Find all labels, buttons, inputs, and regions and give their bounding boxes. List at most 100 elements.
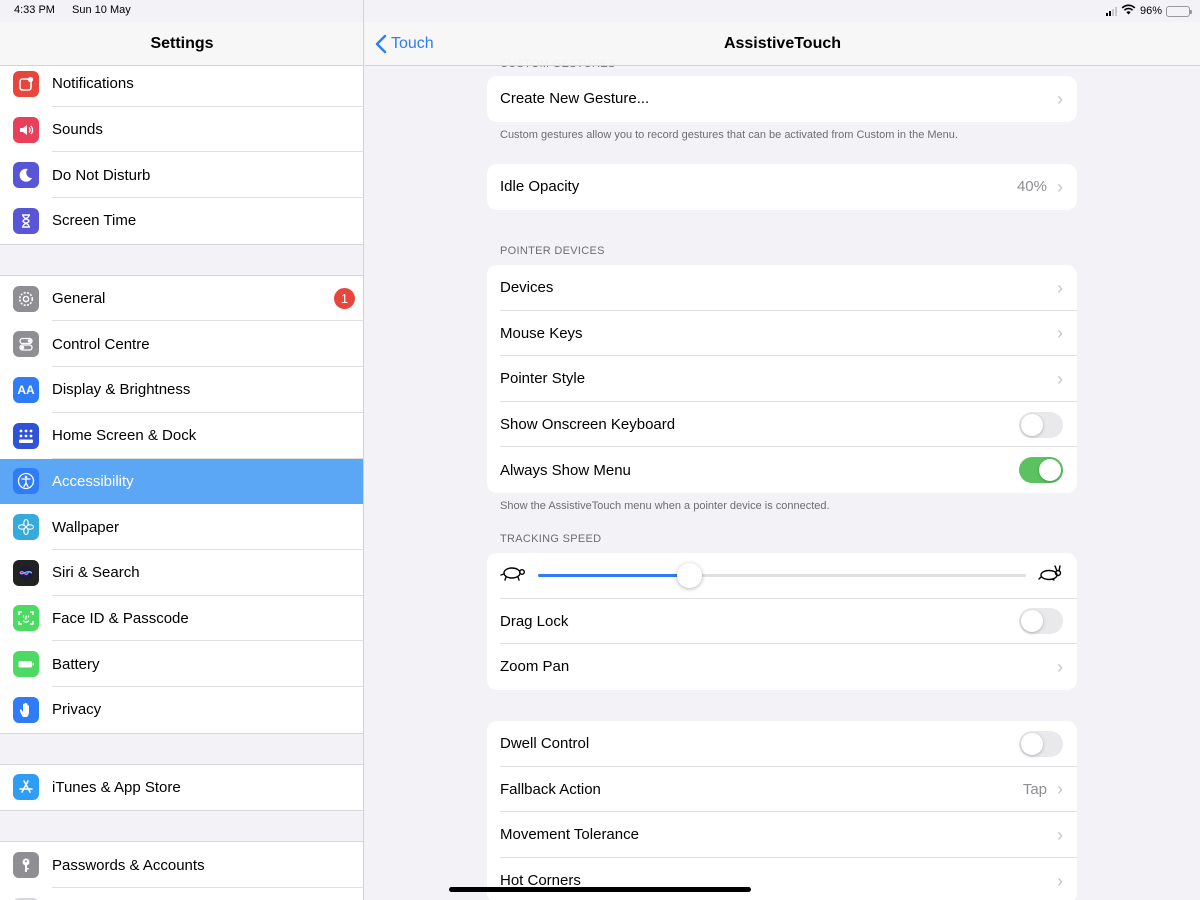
sidebar-item-home-screen-dock[interactable]: Home Screen & Dock	[0, 413, 363, 459]
status-date: Sun 10 May	[72, 4, 131, 16]
chevron-right-icon: ›	[1057, 88, 1063, 109]
tracking-speed-row	[487, 553, 1077, 599]
chevron-right-icon: ›	[1057, 779, 1063, 800]
settings-sidebar: Notifications Sounds Do Not Disturb Screen …	[0, 0, 364, 900]
idle-opacity-label: Idle Opacity	[500, 178, 580, 196]
nav-bar: AssistiveTouch Touch	[365, 22, 1200, 66]
sidebar-item-control-centre[interactable]: Control Centre	[0, 321, 363, 367]
sidebar-item-display-brightness[interactable]: AA Display & Brightness	[0, 367, 363, 413]
custom-gestures-footnote: Custom gestures allow you to record gest…	[500, 129, 958, 141]
app-store-icon	[13, 774, 39, 801]
home-indicator[interactable]	[449, 887, 751, 892]
devices-row[interactable]: Devices ›	[487, 265, 1077, 311]
tracking-speed-slider[interactable]	[538, 563, 1026, 589]
battery-level-icon	[1166, 5, 1192, 17]
pointer-style-label: Pointer Style	[500, 370, 586, 388]
dwell-control-label: Dwell Control	[500, 735, 590, 753]
toggles-icon	[13, 331, 39, 358]
sidebar-item-battery[interactable]: Battery	[0, 641, 363, 687]
sidebar-item-itunes-app-store[interactable]: iTunes & App Store	[0, 765, 363, 811]
drag-lock-row: Drag Lock	[487, 599, 1077, 645]
drag-lock-toggle[interactable]	[1019, 608, 1063, 635]
back-button[interactable]: Touch	[375, 34, 434, 54]
sidebar-item-label: General	[52, 290, 106, 308]
dwell-control-row: Dwell Control	[487, 721, 1077, 767]
idle-opacity-row[interactable]: Idle Opacity 40% ›	[487, 164, 1077, 210]
hourglass-icon	[13, 207, 39, 234]
sidebar-group: iTunes & App Store	[0, 763, 363, 812]
sidebar-item-label: Accessibility	[52, 472, 134, 490]
slider-knob[interactable]	[677, 563, 703, 589]
sidebar-group: Passwords & Accounts	[0, 841, 363, 900]
sidebar-item-privacy[interactable]: Privacy	[0, 687, 363, 733]
turtle-icon	[500, 565, 526, 586]
grid-icon	[13, 422, 39, 449]
wifi-icon	[1121, 4, 1136, 18]
devices-label: Devices	[500, 279, 554, 297]
zoom-pan-row[interactable]: Zoom Pan ›	[487, 644, 1077, 690]
sidebar-item-label: Sounds	[52, 121, 103, 139]
sidebar-item-label: Display & Brightness	[52, 381, 191, 399]
tracking-speed-card: Drag Lock Zoom Pan ›	[487, 553, 1077, 690]
show-onscreen-keyboard-toggle[interactable]	[1019, 411, 1063, 438]
sidebar-item-do-not-disturb[interactable]: Do Not Disturb	[0, 152, 363, 198]
sidebar-item-wallpaper[interactable]: Wallpaper	[0, 504, 363, 550]
sidebar-item-label: Screen Time	[52, 212, 137, 230]
drag-lock-label: Drag Lock	[500, 612, 569, 630]
sidebar-item-label: Do Not Disturb	[52, 166, 151, 184]
sidebar-item-label: Battery	[52, 655, 100, 673]
hot-corners-row[interactable]: Hot Corners ›	[487, 858, 1077, 900]
idle-opacity-value: 40%	[1016, 178, 1047, 196]
tracking-speed-header: TRACKING SPEED	[500, 533, 602, 545]
chevron-right-icon: ›	[1057, 176, 1063, 197]
chevron-right-icon: ›	[1057, 368, 1063, 389]
always-show-menu-row: Always Show Menu	[487, 447, 1077, 493]
sidebar-item-blank[interactable]	[0, 888, 363, 900]
battery-percent: 96%	[1139, 5, 1162, 17]
notification-badge: 1	[334, 287, 355, 309]
chevron-right-icon: ›	[1057, 277, 1063, 298]
chevron-right-icon: ›	[1057, 870, 1063, 891]
sidebar-item-notifications[interactable]: Notifications	[0, 61, 363, 107]
sidebar-item-label: Privacy	[52, 701, 102, 719]
movement-tolerance-row[interactable]: Movement Tolerance ›	[487, 812, 1077, 858]
key-icon	[13, 852, 39, 879]
sidebar-item-face-id-passcode[interactable]: Face ID & Passcode	[0, 596, 363, 642]
assistivetouch-pane: AssistiveTouch Touch CUSTOM GESTURES Cre…	[365, 0, 1200, 900]
custom-gestures-card: Create New Gesture... ›	[487, 76, 1077, 122]
accessibility-icon	[13, 468, 39, 495]
dwell-control-toggle[interactable]	[1019, 730, 1063, 757]
sounds-icon	[13, 116, 39, 143]
create-new-gesture-row[interactable]: Create New Gesture... ›	[487, 76, 1077, 122]
zoom-pan-label: Zoom Pan	[500, 658, 570, 676]
sidebar-item-passwords-accounts[interactable]: Passwords & Accounts	[0, 842, 363, 888]
always-show-menu-label: Always Show Menu	[500, 461, 631, 479]
slider-fill	[538, 574, 690, 578]
status-time: 4:33 PM	[14, 4, 55, 16]
pointer-devices-header: POINTER DEVICES	[500, 245, 605, 257]
chevron-right-icon: ›	[1057, 824, 1063, 845]
siri-icon	[13, 559, 39, 586]
rabbit-icon	[1038, 565, 1064, 586]
sidebar-group: General 1 Control Centre AA Display & Bright…	[0, 274, 363, 734]
sidebar-item-general[interactable]: General 1	[0, 276, 363, 322]
fallback-action-row[interactable]: Fallback Action Tap ›	[487, 767, 1077, 813]
sidebar-item-label: Siri & Search	[52, 564, 140, 582]
sidebar-item-sounds[interactable]: Sounds	[0, 107, 363, 153]
sidebar-list: Notifications Sounds Do Not Disturb Screen …	[0, 60, 363, 900]
sidebar-item-siri-search[interactable]: Siri & Search	[0, 550, 363, 596]
sidebar-item-label: Notifications	[52, 75, 134, 93]
sidebar-item-label: Control Centre	[52, 335, 150, 353]
sidebar-item-screen-time[interactable]: Screen Time	[0, 198, 363, 244]
battery-icon	[13, 651, 39, 678]
pointer-devices-card: Devices › Mouse Keys › Pointer Style › S…	[487, 265, 1077, 493]
always-show-menu-toggle[interactable]	[1019, 457, 1063, 484]
sidebar-item-label: Passwords & Accounts	[52, 856, 205, 874]
mouse-keys-label: Mouse Keys	[500, 324, 583, 342]
mouse-keys-row[interactable]: Mouse Keys ›	[487, 311, 1077, 357]
sidebar-item-accessibility[interactable]: Accessibility	[0, 458, 363, 505]
pointer-style-row[interactable]: Pointer Style ›	[487, 356, 1077, 402]
